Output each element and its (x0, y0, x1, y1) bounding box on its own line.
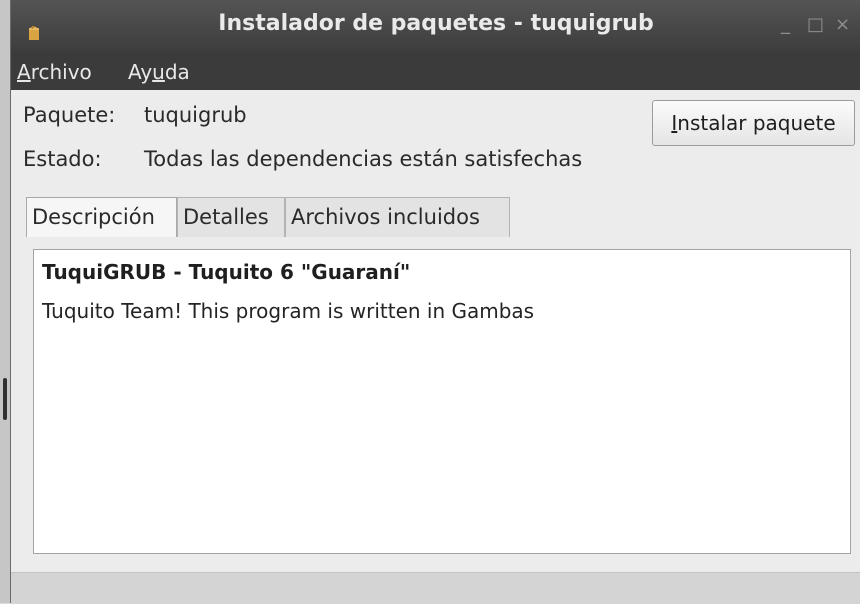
status-bar (11, 572, 860, 604)
window-title: Instalador de paquetes - tuquigrub (218, 11, 654, 36)
tab-descripcion[interactable]: Descripción (26, 197, 177, 237)
status-label: Estado: (23, 147, 102, 171)
close-icon[interactable]: × (835, 15, 850, 35)
desktop-edge-mark (3, 378, 7, 420)
installer-window: Instalador de paquetes - tuquigrub _ □ ×… (10, 0, 860, 604)
tab-archivos-incluidos[interactable]: Archivos incluidos (285, 197, 510, 237)
menu-ayuda[interactable]: Ayuda (128, 60, 190, 84)
status-value: Todas las dependencias están satisfechas (144, 147, 583, 171)
desktop-background (0, 0, 10, 603)
menu-ayuda-label-end: da (164, 60, 190, 84)
menu-ayuda-mnemonic: u (152, 60, 165, 84)
description-text: Tuquito Team! This program is written in… (42, 299, 535, 323)
description-title: TuquiGRUB - Tuquito 6 "Guaraní" (42, 260, 411, 284)
menu-archivo[interactable]: Archivo (17, 60, 92, 84)
menu-bar: Archivo Ayuda (11, 52, 860, 90)
package-label: Paquete: (23, 103, 116, 127)
install-package-button[interactable]: Instalar paquete (652, 100, 855, 146)
description-panel: TuquiGRUB - Tuquito 6 "Guaraní" Tuquito … (33, 249, 851, 554)
package-name: tuquigrub (144, 103, 247, 127)
menu-ayuda-label-start: Ay (128, 60, 153, 84)
menu-archivo-label: rchivo (30, 60, 92, 84)
tab-detalles[interactable]: Detalles (177, 197, 285, 237)
title-bar[interactable]: Instalador de paquetes - tuquigrub _ □ × (11, 0, 860, 52)
maximize-icon[interactable]: □ (807, 15, 824, 35)
install-button-label: nstalar paquete (677, 111, 836, 135)
minimize-icon[interactable]: _ (781, 15, 790, 35)
menu-archivo-mnemonic: A (17, 60, 31, 84)
